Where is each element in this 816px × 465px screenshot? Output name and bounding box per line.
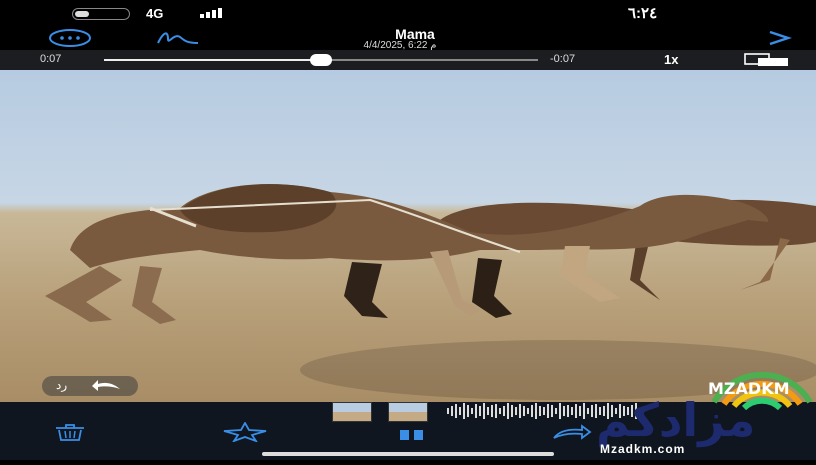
waveform-bar [495,404,497,418]
waveform-bar [575,404,577,418]
waveform-bar [515,407,517,415]
battery-icon [72,8,130,20]
pause-icon[interactable] [398,428,426,446]
star-icon[interactable] [222,421,268,447]
filmstrip-thumbnail[interactable] [332,402,372,422]
signature-icon[interactable] [156,29,200,52]
waveform-bar [507,403,509,419]
waveform-bar [527,408,529,414]
share-arrow-icon[interactable] [552,424,592,445]
waveform-bar [455,404,457,418]
waveform-bar [555,408,557,414]
waveform-bar [559,403,561,419]
waveform-bar [583,403,585,419]
waveform-bar [483,403,485,419]
waveform-bar [563,406,565,416]
playback-speed-button[interactable]: 1x [664,52,678,67]
reply-button[interactable]: رد [42,376,138,396]
elapsed-time: 0:07 [40,53,62,65]
waveform-bar [531,405,533,417]
waveform-bar [551,405,553,417]
more-circle-icon[interactable] [48,29,92,52]
waveform-bar [539,406,541,416]
signal-icon [200,8,222,18]
waveform-bar [491,405,493,417]
waveform-bar [579,406,581,416]
svg-text:مزادكم: مزادكم [596,393,755,447]
clock: ٦:٢٤ [628,5,658,22]
waveform-bar [543,407,545,415]
reply-label: رد [56,378,68,392]
waveform-bar [471,408,473,414]
waveform-bar [511,405,513,417]
waveform-bar [535,403,537,419]
filmstrip-thumbnail[interactable] [388,402,428,422]
chevron-right-icon[interactable] [766,29,792,52]
waveform-bar [447,408,449,414]
waveform-bar [503,406,505,416]
waveform-bar [479,406,481,416]
waveform-bar [463,403,465,419]
logo-url: Mzadkm.com [600,442,686,456]
waveform-bar [459,407,461,415]
waveform-bar [475,404,477,418]
waveform-bar [519,404,521,418]
waveform-bar [567,405,569,417]
progress-knob[interactable] [310,54,332,66]
waveform-bar [487,407,489,415]
waveform-bar [499,408,501,414]
remaining-time: -0:07 [550,53,576,65]
reply-arrow-icon [92,378,122,395]
progress-fill [104,59,321,61]
home-indicator[interactable] [262,452,554,456]
progress-track[interactable] [104,54,538,66]
viewer-header: Mama 4/4/2025, 6:22 م [0,26,816,52]
waveform-bar [467,405,469,417]
video-scrubber: 0:07 -0:07 1x [0,50,816,70]
waveform-bar [547,404,549,418]
waveform-bar [587,408,589,414]
waveform-bar [523,406,525,416]
status-bar: 4G ٦:٢٤ [0,0,816,26]
waveform-bar [571,407,573,415]
network-type: 4G [146,6,164,21]
waveform-bar [451,406,453,416]
trash-icon[interactable] [52,424,88,447]
